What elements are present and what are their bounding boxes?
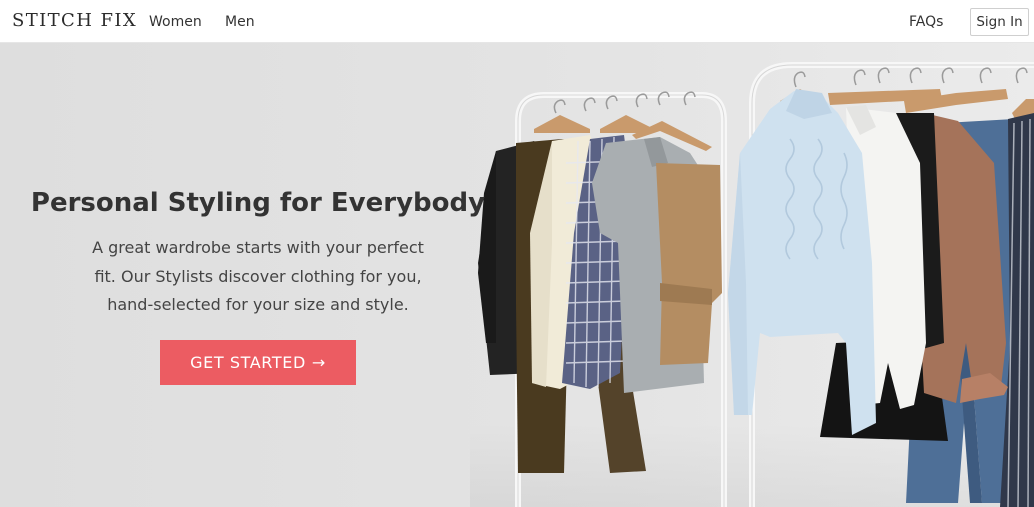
nav-link-men[interactable]: Men [225,12,255,32]
get-started-button[interactable]: GET STARTED → [160,340,356,385]
nav-link-faqs[interactable]: FAQs [909,12,943,32]
hero-description: A great wardrobe starts with your perfec… [92,238,424,314]
site-header: STITCH FIX Women Men FAQs Sign In [0,0,1034,43]
hero-section: Personal Styling for Everybody A great w… [0,43,1034,507]
stitch-fix-homepage: STITCH FIX Women Men FAQs Sign In Person… [0,0,1034,507]
logo[interactable]: STITCH FIX [12,9,137,33]
nav-link-women[interactable]: Women [149,12,202,32]
arrow-right-icon: → [311,353,326,372]
sign-in-button[interactable]: Sign In [970,8,1029,36]
get-started-label: GET STARTED [190,353,306,372]
hero-title: Personal Styling for Everybody [30,188,486,218]
